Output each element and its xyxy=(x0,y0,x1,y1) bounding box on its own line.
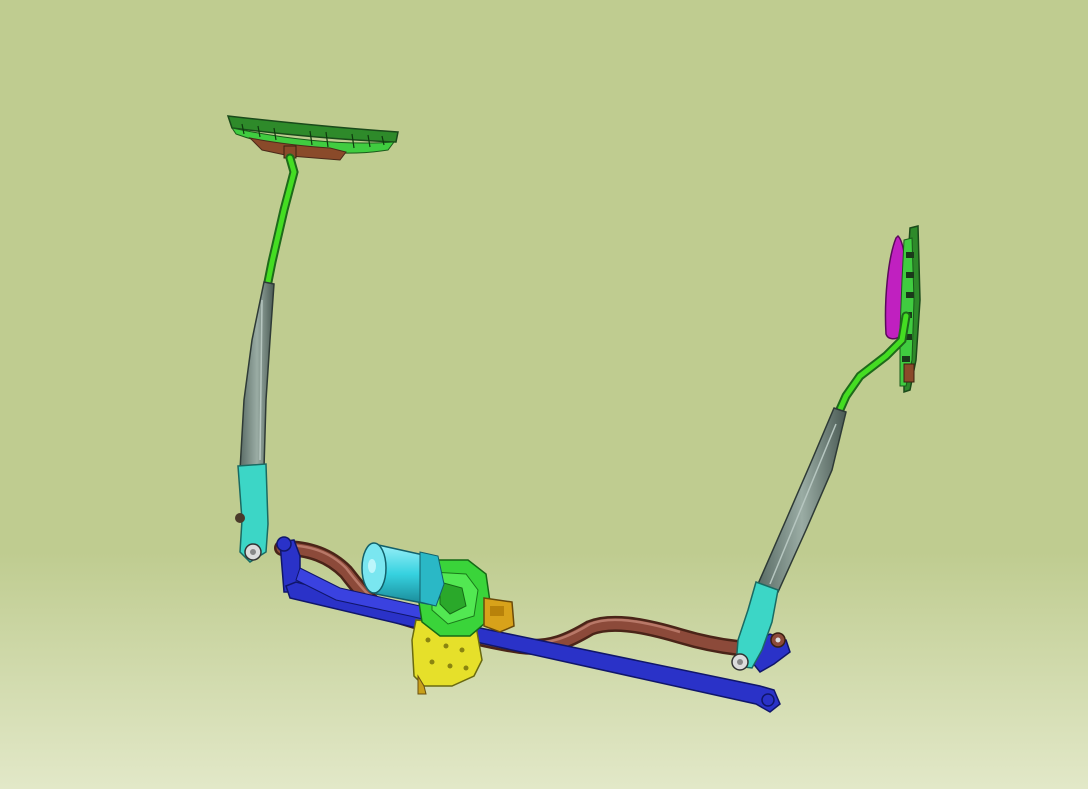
right-blade-clip xyxy=(903,363,915,383)
motor-end-highlight xyxy=(368,559,376,573)
right-pivot-center xyxy=(737,659,743,665)
connector-socket xyxy=(490,606,504,616)
right-bar-end xyxy=(761,693,775,707)
background xyxy=(0,0,1088,789)
cad-scene xyxy=(0,0,1088,789)
left-link-joint xyxy=(276,536,292,552)
left-pivot-stud xyxy=(235,513,245,523)
left-pivot-center xyxy=(250,549,256,555)
cad-viewport xyxy=(0,0,1088,789)
